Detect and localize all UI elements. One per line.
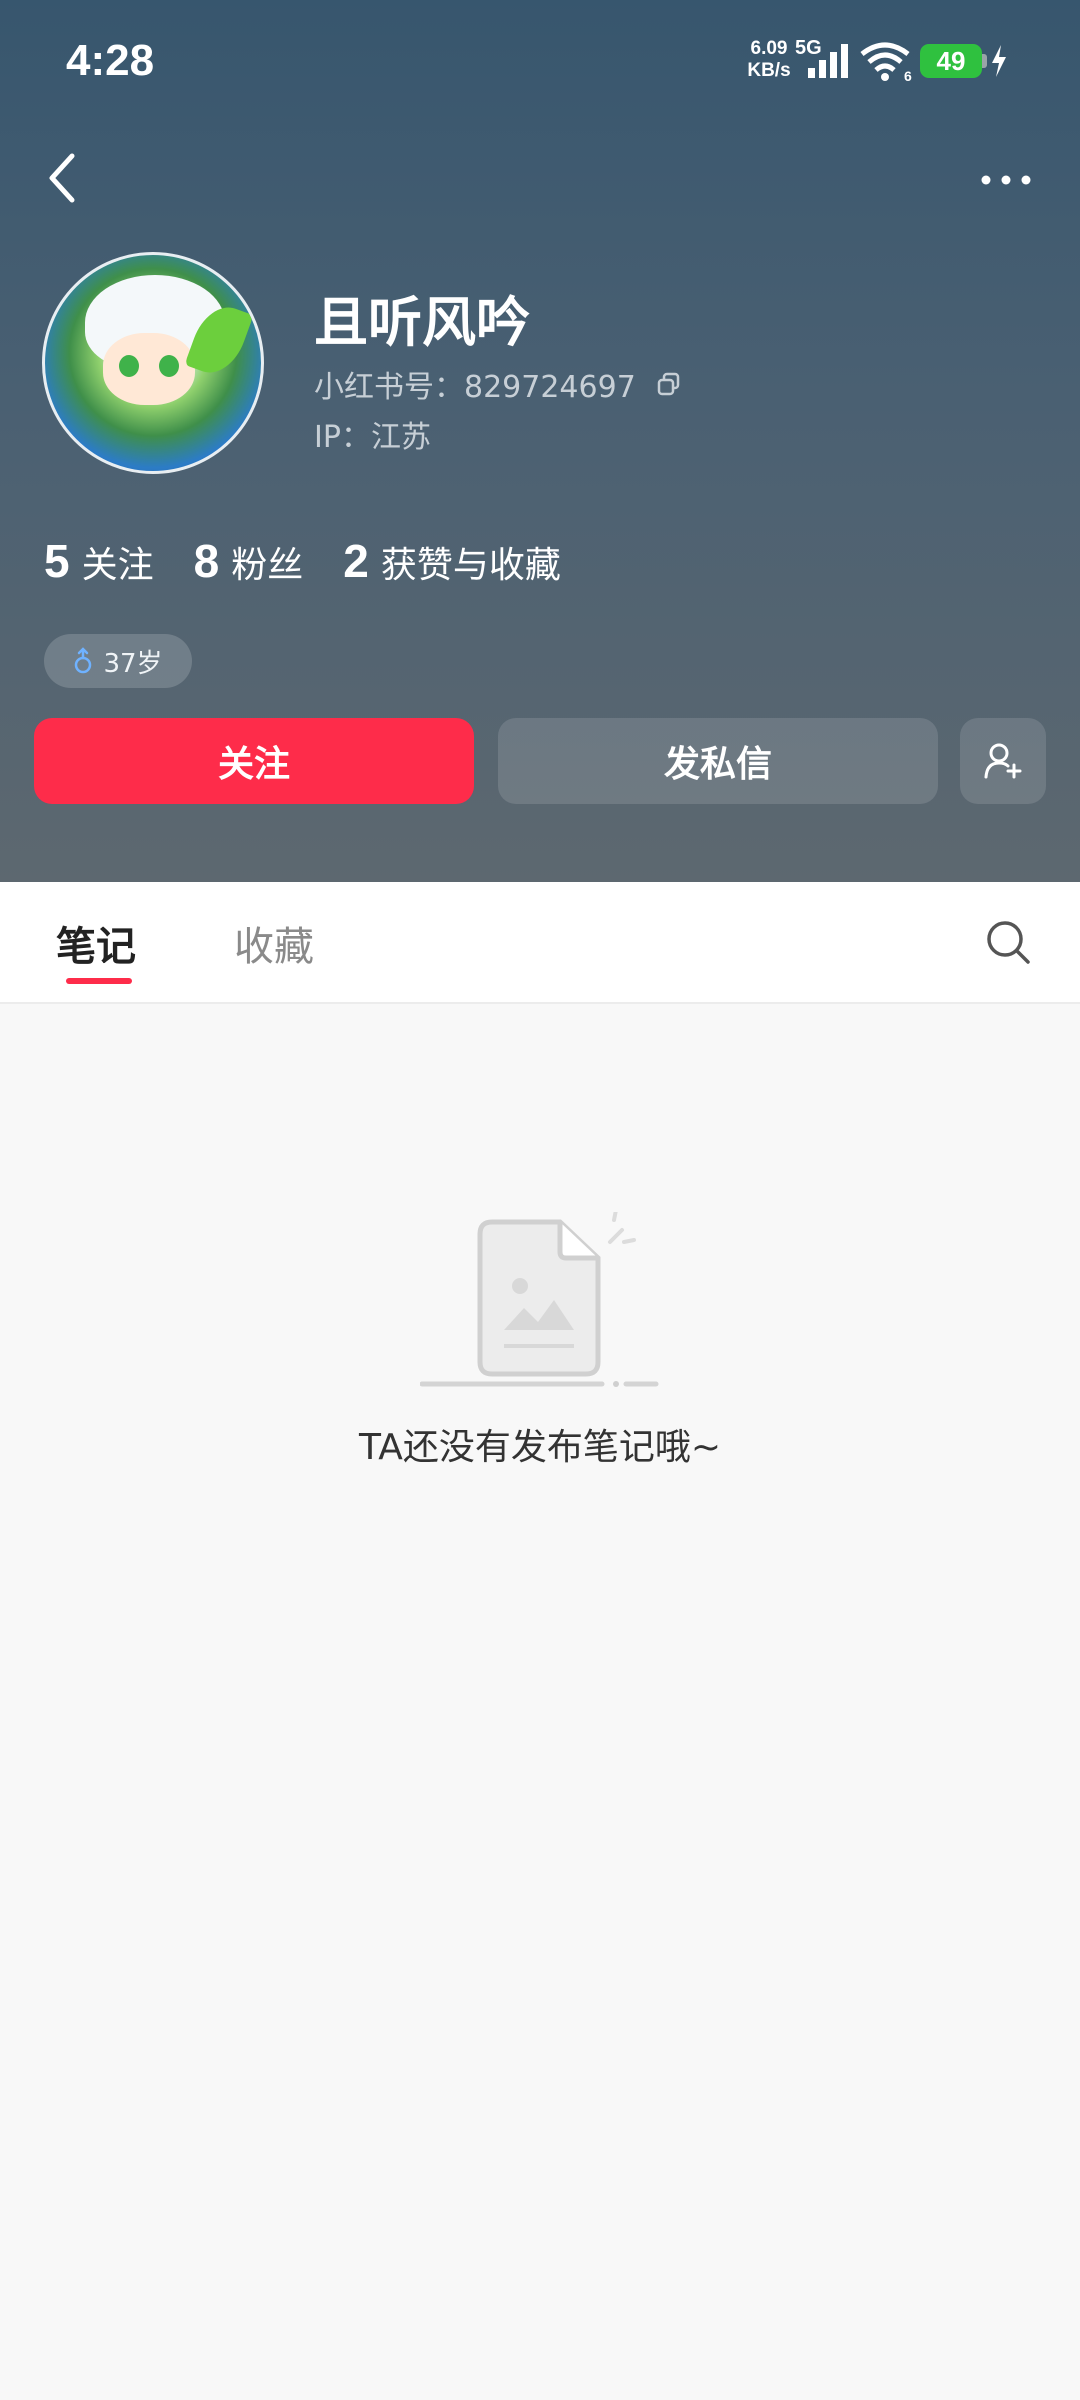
- avatar-eye: [119, 355, 139, 377]
- stat-following[interactable]: 5 关注: [44, 534, 154, 588]
- user-id: 小红书号：829724697: [314, 370, 636, 405]
- svg-text:6: 6: [904, 68, 912, 82]
- network-speed: 6.09 KB/s: [747, 38, 791, 81]
- status-time: 4:28: [66, 36, 155, 85]
- avatar-face: [103, 333, 195, 405]
- empty-state-text: TA还没有发布笔记哦~: [359, 1427, 721, 1468]
- ip-location: IP：江苏: [314, 420, 431, 455]
- add-friend-button[interactable]: [960, 718, 1046, 804]
- charging-icon: [992, 45, 1006, 77]
- battery-indicator: 49: [920, 44, 982, 78]
- back-icon[interactable]: [44, 150, 84, 206]
- follow-button[interactable]: 关注: [34, 718, 474, 804]
- more-icon[interactable]: [978, 166, 1034, 194]
- empty-note-icon: [420, 1212, 659, 1387]
- search-icon[interactable]: [984, 918, 1034, 968]
- stat-likes-collects[interactable]: 2 获赞与收藏: [343, 534, 561, 588]
- nickname: 且听风吟: [314, 291, 530, 354]
- signal-icon: [808, 44, 848, 78]
- wifi-icon: 6: [860, 42, 912, 82]
- male-icon: [75, 647, 92, 674]
- stats-row: 5 关注 8 粉丝 2 获赞与收藏: [44, 534, 601, 588]
- profile-header: 4:28 6.09 KB/s 5G 6 49 且听风吟 小红书号：8297246…: [0, 0, 1080, 882]
- stat-followers[interactable]: 8 粉丝: [194, 534, 304, 588]
- tab-collections[interactable]: 收藏: [234, 914, 314, 972]
- battery-tip: [982, 54, 987, 68]
- message-button[interactable]: 发私信: [498, 718, 938, 804]
- add-friend-icon: [984, 743, 1022, 779]
- content-tabs: 笔记 收藏: [0, 882, 1080, 1004]
- copy-icon[interactable]: [656, 371, 682, 397]
- tab-notes[interactable]: 笔记: [56, 914, 136, 972]
- avatar-eye: [159, 355, 179, 377]
- active-tab-indicator: [66, 978, 132, 984]
- avatar[interactable]: [42, 252, 264, 474]
- age-tag: 37岁: [44, 634, 192, 688]
- user-id-row: 小红书号：829724697: [314, 362, 682, 406]
